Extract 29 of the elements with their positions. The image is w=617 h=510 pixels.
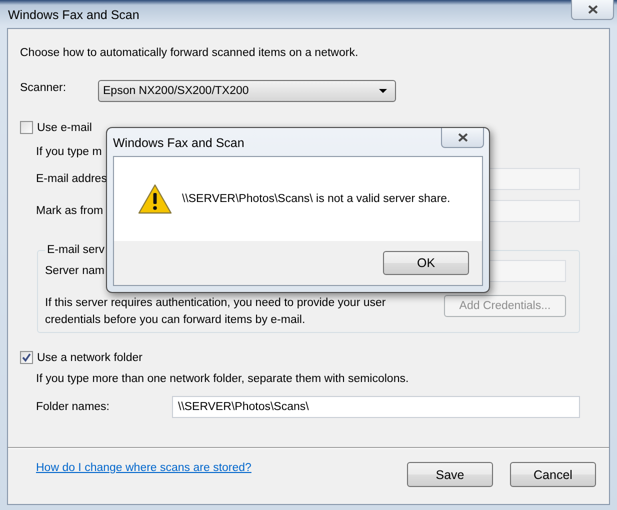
dialog-button[interactable]: Save	[407, 462, 493, 487]
checkbox-label: Use e-mail	[37, 122, 92, 134]
close-icon	[458, 133, 468, 142]
close-icon	[588, 5, 598, 14]
message-box-title: Windows Fax and Scan	[113, 136, 244, 150]
hint-text: If you type more than one network folder, separate them with semicolons.	[36, 373, 409, 385]
window-title: Windows Fax and Scan	[8, 8, 140, 22]
field-label: Mark as from	[36, 205, 104, 217]
instruction-text: Choose how to automatically forward scanned items on a network.	[20, 47, 360, 59]
message-text: \\SERVER\Photos\Scans\ is not a valid server share.	[182, 193, 450, 205]
checkbox[interactable]	[20, 121, 33, 134]
dialog-button[interactable]: Cancel	[510, 462, 596, 487]
checkbox-label: Use a network folder	[37, 352, 142, 364]
hint-text: If you type m	[36, 146, 102, 158]
close-button[interactable]	[441, 128, 484, 148]
field-label: Server nam	[45, 265, 106, 277]
checkbox[interactable]	[20, 351, 33, 364]
group-title: E-mail serv	[46, 244, 106, 256]
close-button[interactable]	[571, 0, 614, 20]
field-label: E-mail addres	[36, 173, 108, 185]
field-label: Folder names:	[36, 401, 111, 413]
ok-button[interactable]: OK	[383, 251, 469, 275]
input-field[interactable]: \\SERVER\Photos\Scans\	[172, 396, 580, 418]
caret-icon	[379, 89, 387, 93]
warning-icon	[138, 184, 172, 214]
help-link[interactable]: How do I change where scans are stored?	[36, 462, 252, 474]
scanner-dropdown[interactable]: Epson NX200/SX200/TX200	[98, 80, 396, 102]
auth-text: If this server requires authentication, you need to provide your user credentials before you can forward items by e-mail.	[45, 296, 387, 328]
scanner-label: Scanner:	[20, 82, 68, 94]
